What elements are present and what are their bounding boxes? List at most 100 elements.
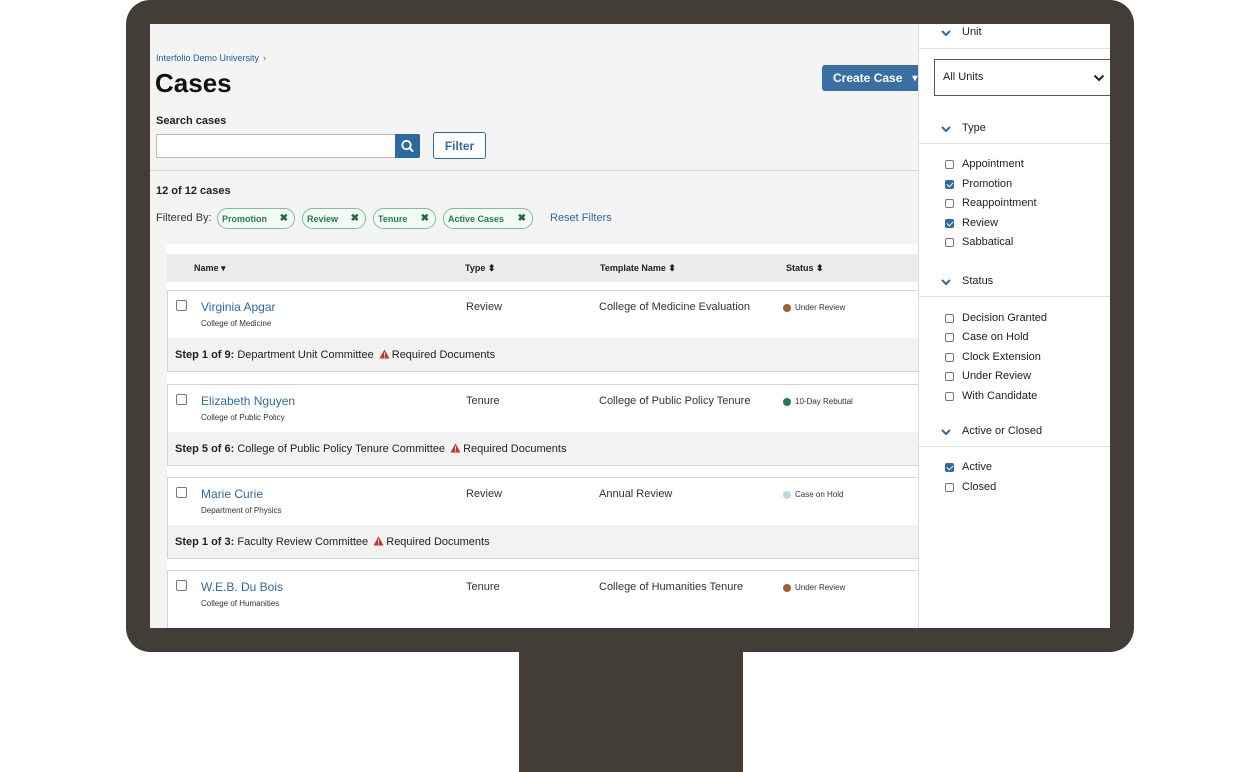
chevron-down-icon[interactable]: [941, 428, 951, 436]
sort-type-header[interactable]: Type ⬍: [465, 263, 495, 274]
status-option-decision-granted[interactable]: Decision Granted: [945, 312, 1047, 324]
step-prefix: Step 5 of 6:: [175, 443, 235, 455]
divider: [919, 446, 1110, 447]
status-badge: Case on Hold: [783, 490, 843, 499]
type-option-promotion[interactable]: Promotion: [945, 178, 1012, 190]
case-unit: Department of Physics: [201, 506, 282, 515]
create-case-label: Create Case: [833, 71, 903, 85]
step-warning: Required Documents: [463, 443, 567, 455]
status-option-case-on-hold[interactable]: Case on Hold: [945, 331, 1029, 343]
search-button[interactable]: [395, 134, 420, 158]
divider: [919, 296, 1110, 297]
sort-template-header[interactable]: Template Name ⬍: [600, 263, 676, 274]
status-dot-icon: [783, 303, 791, 312]
checkbox[interactable]: [945, 482, 954, 492]
case-template: College of Public Policy Tenure: [599, 395, 751, 407]
step-warning: Required Documents: [391, 349, 496, 361]
unit-heading[interactable]: Unit: [962, 26, 982, 38]
search-icon: [401, 139, 414, 152]
case-unit: College of Public Policy: [201, 413, 285, 422]
checkbox[interactable]: [945, 313, 954, 323]
case-name-link[interactable]: W.E.B. Du Bois: [201, 580, 283, 594]
remove-filter-icon[interactable]: ✖: [518, 213, 526, 224]
checkbox[interactable]: [945, 332, 954, 342]
sort-status-header[interactable]: Status ⬍: [786, 263, 824, 274]
checkbox[interactable]: [945, 237, 954, 247]
cases-main-panel: Interfolio Demo University › Cases Create…: [150, 24, 918, 628]
reset-filters-link[interactable]: Reset Filters: [550, 212, 612, 224]
breadcrumb: Interfolio Demo University ›: [156, 53, 266, 63]
status-label: Under Review: [795, 583, 846, 592]
checkbox-checked[interactable]: [945, 179, 954, 189]
case-template: College of Medicine Evaluation: [599, 301, 751, 313]
row-checkbox[interactable]: [176, 580, 187, 591]
remove-filter-icon[interactable]: ✖: [351, 213, 359, 224]
unit-select[interactable]: All Units: [934, 59, 1110, 96]
row-checkbox[interactable]: [176, 300, 187, 311]
row-checkbox[interactable]: [176, 487, 187, 498]
filter-button[interactable]: Filter: [433, 132, 486, 159]
search-input[interactable]: [156, 134, 395, 158]
type-heading[interactable]: Type: [962, 122, 986, 134]
case-name-link[interactable]: Elizabeth Nguyen: [201, 394, 295, 408]
case-step: Step 5 of 6: College of Public Policy Te…: [168, 432, 918, 465]
step-committee: Department Unit Committee: [237, 349, 374, 361]
status-label: Under Review: [795, 303, 846, 312]
status-dot-icon: [783, 583, 791, 592]
page-title: Cases: [155, 68, 232, 98]
create-case-button[interactable]: Create Case ▾: [822, 65, 918, 91]
sort-name-header[interactable]: Name ▾: [194, 263, 226, 274]
chevron-down-icon[interactable]: [941, 278, 951, 286]
status-option-under-review[interactable]: Under Review: [945, 370, 1031, 382]
status-option-with-candidate[interactable]: With Candidate: [945, 390, 1037, 402]
case-name-link[interactable]: Marie Curie: [201, 487, 263, 501]
active-option-active[interactable]: Active: [945, 461, 992, 473]
filter-sidebar: Unit All Units Type Appointment Promotio…: [918, 24, 1110, 628]
type-option-review[interactable]: Review: [945, 217, 998, 229]
status-option-clock-extension[interactable]: Clock Extension: [945, 351, 1041, 363]
checkbox[interactable]: [945, 198, 954, 208]
warning-icon: [373, 536, 384, 546]
type-option-sabbatical[interactable]: Sabbatical: [945, 236, 1013, 248]
active-closed-heading[interactable]: Active or Closed: [962, 425, 1042, 437]
status-label: Case on Hold: [795, 490, 844, 499]
case-name-link[interactable]: Virginia Apgar: [201, 300, 276, 314]
step-warning: Required Documents: [386, 536, 490, 548]
filter-chip-promotion: Promotion ✖: [217, 208, 295, 229]
status-heading[interactable]: Status: [962, 275, 993, 287]
table-row: W.E.B. Du Bois College of Humanities Ten…: [167, 570, 918, 628]
checkbox[interactable]: [945, 159, 954, 169]
case-type: Review: [466, 488, 503, 500]
status-dot-icon: [783, 397, 791, 406]
step-prefix: Step 1 of 3:: [175, 536, 235, 548]
step-committee: College of Public Policy Tenure Committe…: [237, 443, 446, 455]
unit-select-value: All Units: [943, 71, 984, 83]
chip-label: Active Cases: [448, 213, 505, 224]
case-type: Tenure: [466, 395, 500, 407]
divider: [919, 143, 1110, 144]
checkbox[interactable]: [945, 391, 954, 401]
sort-icon: ⬍: [816, 263, 824, 273]
search-label: Search cases: [156, 115, 227, 127]
monitor-stand: [519, 650, 743, 772]
chevron-down-icon[interactable]: [941, 125, 951, 133]
type-option-appointment[interactable]: Appointment: [945, 158, 1024, 170]
remove-filter-icon[interactable]: ✖: [280, 213, 288, 224]
chevron-down-icon[interactable]: [941, 29, 951, 37]
chip-label: Promotion: [222, 213, 267, 224]
type-option-reappointment[interactable]: Reappointment: [945, 197, 1037, 209]
breadcrumb-university-link[interactable]: Interfolio Demo University: [156, 53, 259, 63]
checkbox[interactable]: [945, 352, 954, 362]
sort-icon: ⬍: [668, 263, 676, 273]
checkbox-checked[interactable]: [945, 462, 954, 472]
row-checkbox[interactable]: [176, 394, 187, 405]
remove-filter-icon[interactable]: ✖: [421, 213, 429, 224]
warning-icon: [450, 443, 461, 453]
table-row: Elizabeth Nguyen College of Public Polic…: [167, 384, 918, 466]
active-option-closed[interactable]: Closed: [945, 481, 996, 493]
checkbox-checked[interactable]: [945, 218, 954, 228]
case-unit: College of Medicine: [201, 319, 272, 328]
case-step: Step 1 of 3: Faculty Review Committee Re…: [168, 525, 918, 558]
case-type: Review: [466, 301, 503, 313]
checkbox[interactable]: [945, 371, 954, 381]
